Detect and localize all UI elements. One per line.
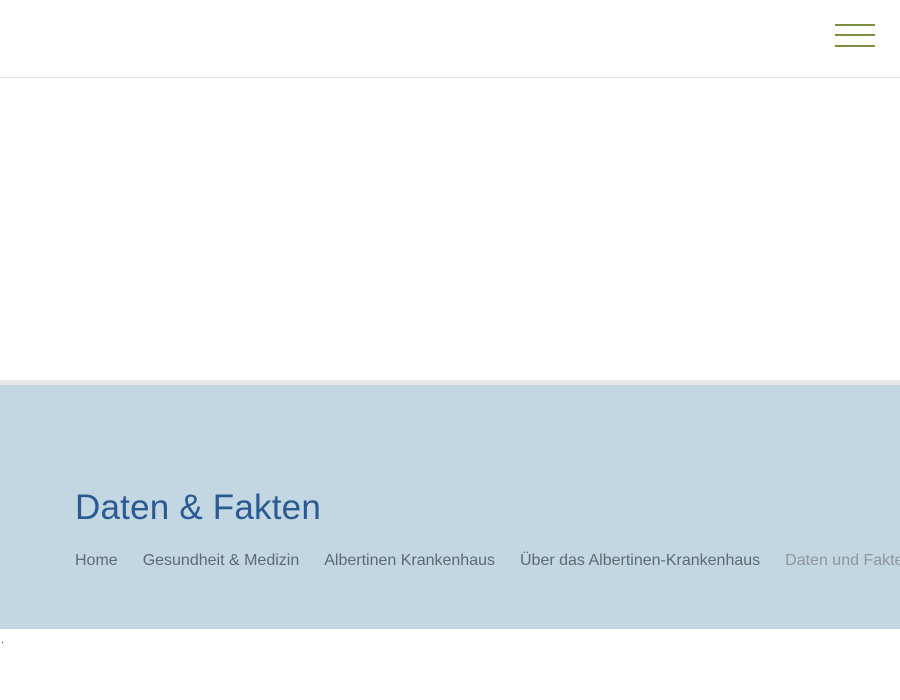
breadcrumb-item-home[interactable]: Home xyxy=(75,552,118,570)
breadcrumb-item-gesundheit-medizin[interactable]: Gesundheit & Medizin xyxy=(143,552,300,570)
page-title: Daten & Fakten xyxy=(75,488,321,527)
hamburger-menu-icon-line xyxy=(835,45,875,47)
stray-mark: . xyxy=(1,634,5,646)
breadcrumb-item-albertinen-krankenhaus[interactable]: Albertinen Krankenhaus xyxy=(324,552,495,570)
page-title-band: Daten & Fakten Home Gesundheit & Medizin A… xyxy=(0,385,900,629)
breadcrumb-item-current: Daten und Fakten xyxy=(785,552,900,569)
breadcrumb-item-ueber-albertinen-krankenhaus[interactable]: Über das Albertinen-Krankenhaus xyxy=(520,552,760,570)
site-header xyxy=(0,0,900,78)
hero-image-area xyxy=(0,79,900,380)
breadcrumb: Home Gesundheit & Medizin Albertinen Krank… xyxy=(75,552,900,570)
hamburger-menu-icon-line xyxy=(835,34,875,36)
menu-button[interactable] xyxy=(832,20,878,52)
hamburger-menu-icon xyxy=(835,24,875,26)
